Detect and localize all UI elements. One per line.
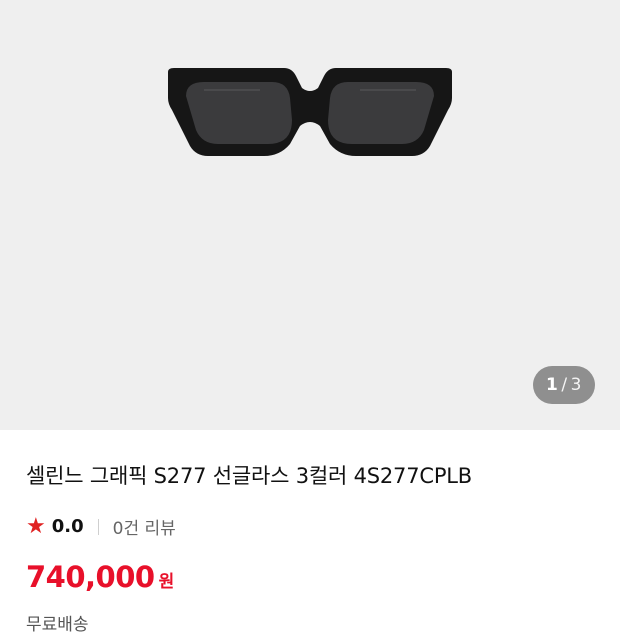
price-amount: 740,000 xyxy=(26,560,155,594)
review-count-link[interactable]: 0건 리뷰 xyxy=(113,514,176,539)
pager-separator: / xyxy=(561,375,568,395)
image-pager-indicator: 1 / 3 xyxy=(533,366,595,404)
shipping-info: 무료배송 xyxy=(26,615,89,635)
pager-total: 3 xyxy=(570,375,582,395)
divider xyxy=(97,518,99,535)
pager-current: 1 xyxy=(546,375,559,395)
price-unit: 원 xyxy=(158,572,175,592)
rating-row[interactable]: ★ 0.0 0건 리뷰 xyxy=(26,514,176,539)
price-row: 740,000 원 xyxy=(26,560,174,594)
star-icon: ★ xyxy=(26,513,46,539)
product-image-gallery[interactable]: 1 / 3 xyxy=(0,0,620,430)
product-title: 셀린느 그래픽 S277 선글라스 3컬러 4S277CPLB xyxy=(26,464,472,488)
rating-score: 0.0 xyxy=(51,516,84,537)
sunglasses-product-image[interactable] xyxy=(160,60,460,170)
